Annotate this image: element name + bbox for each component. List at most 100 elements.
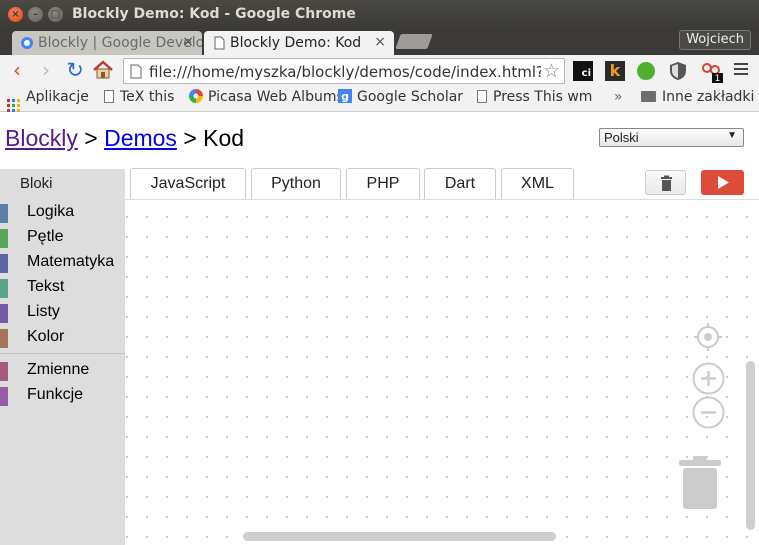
category-label: Tekst — [27, 278, 65, 295]
toolbox-category-tekst[interactable]: Tekst — [0, 277, 125, 299]
bookmark-google-scholar[interactable]: g Google Scholar — [338, 89, 463, 105]
google-scholar-icon: g — [338, 89, 352, 103]
workspace-trash-icon[interactable] — [678, 455, 722, 511]
blockly-workspace[interactable] — [125, 199, 759, 545]
category-label: Zmienne — [27, 361, 90, 378]
category-label: Funkcje — [27, 386, 84, 403]
category-label: Matematyka — [27, 253, 115, 270]
category-color-swatch — [0, 254, 8, 273]
toolbox-title: Bloki — [0, 169, 125, 197]
toolbox-category-logika[interactable]: Logika — [0, 202, 125, 224]
browser-tab-blockly-developers[interactable]: Blockly | Google Developers × — [12, 31, 202, 55]
url-text[interactable]: file:///home/myszka/blockly/demos/code/i… — [149, 63, 541, 81]
window-maximize-button[interactable]: □ — [48, 7, 63, 22]
category-label: Listy — [27, 303, 60, 320]
extension-k-icon[interactable]: k — [605, 61, 625, 81]
play-icon — [718, 176, 729, 189]
extension-ci-icon[interactable]: ci — [573, 61, 593, 81]
category-color-swatch — [0, 204, 8, 223]
tab-label: Blockly | Google Developers — [38, 35, 202, 51]
breadcrumb-separator: > — [77, 125, 105, 151]
language-select[interactable]: Polski ▼ — [599, 128, 744, 147]
window-titlebar: × – □ Blockly Demo: Kod - Google Chrome — [0, 0, 759, 29]
bookmark-other-folder[interactable]: Inne zakładki — [641, 89, 754, 105]
page-title: Kod — [203, 125, 245, 151]
category-label: Logika — [27, 203, 75, 220]
category-color-swatch — [0, 304, 8, 323]
recenter-icon[interactable] — [692, 321, 724, 353]
horizontal-scrollbar[interactable] — [243, 532, 556, 541]
toolbox-category-matematyka[interactable]: Matematyka — [0, 252, 125, 274]
reload-button[interactable]: ↻ — [64, 59, 86, 81]
google-developers-icon — [21, 37, 33, 49]
tab-dart[interactable]: Dart — [424, 168, 496, 199]
extension-people-icon[interactable]: 1 — [700, 61, 723, 84]
window-close-button[interactable]: × — [8, 7, 23, 22]
bookmark-press-this[interactable]: Press This wm — [477, 89, 592, 105]
delete-all-button[interactable] — [645, 170, 686, 195]
category-color-swatch — [0, 387, 8, 406]
bookmark-label: Press This wm — [493, 89, 593, 105]
shield-icon[interactable] — [668, 61, 688, 81]
category-label: Kolor — [27, 328, 65, 345]
bookmark-apps[interactable]: Aplikacje — [7, 89, 89, 112]
breadcrumb: Blockly > Demos > Kod — [5, 125, 244, 152]
blockly-toolbox: Bloki Logika Pętle Matematyka Tekst List… — [0, 169, 125, 545]
run-button[interactable] — [701, 170, 744, 195]
category-color-swatch — [0, 329, 8, 348]
home-icon — [93, 60, 113, 79]
toolbox-category-petle[interactable]: Pętle — [0, 227, 125, 249]
toolbox-category-zmienne[interactable]: Zmienne — [0, 360, 125, 382]
trash-icon — [661, 175, 672, 191]
bookmark-star-icon[interactable]: ☆ — [543, 60, 560, 82]
apps-grid-icon — [7, 99, 20, 112]
window-minimize-button[interactable]: – — [28, 7, 43, 22]
tab-javascript[interactable]: JavaScript — [130, 168, 246, 199]
tab-php[interactable]: PHP — [346, 168, 420, 199]
page-icon — [214, 36, 225, 50]
page-icon — [477, 90, 487, 103]
bookmark-label: Google Scholar — [357, 89, 464, 105]
bookmark-tex-this[interactable]: TeX this — [104, 89, 174, 105]
category-label: Pętle — [27, 228, 64, 245]
page-icon — [104, 90, 114, 103]
dropdown-arrow-icon: ▼ — [727, 130, 737, 141]
tab-close-icon[interactable]: × — [182, 34, 194, 50]
address-bar[interactable]: file:///home/myszka/blockly/demos/code/i… — [123, 58, 565, 84]
bookmarks-overflow-icon[interactable]: » — [614, 89, 623, 105]
zoom-in-icon[interactable] — [692, 362, 725, 395]
toolbox-category-funkcje[interactable]: Funkcje — [0, 385, 125, 407]
browser-toolbar: ‹ › ↻ file:///home/myszka/blockly/demos/… — [0, 55, 759, 86]
zoom-out-icon[interactable] — [692, 396, 725, 429]
profile-button[interactable]: Wojciech — [679, 30, 751, 50]
language-selected-value: Polski — [604, 130, 639, 145]
vertical-scrollbar[interactable] — [746, 361, 755, 530]
home-button[interactable] — [92, 59, 114, 81]
tab-xml[interactable]: XML — [501, 168, 574, 199]
breadcrumb-link-blockly[interactable]: Blockly — [5, 125, 78, 151]
breadcrumb-separator: > — [176, 125, 204, 151]
bookmark-label: Picasa Web Albums — [208, 89, 344, 105]
tab-close-icon[interactable]: × — [374, 34, 386, 50]
bookmark-label: Aplikacje — [26, 89, 89, 105]
extension-badge: 1 — [715, 74, 721, 83]
category-color-swatch — [0, 229, 8, 248]
bookmark-picasa[interactable]: Picasa Web Albums — [189, 89, 344, 105]
browser-tab-blockly-demo[interactable]: Blockly Demo: Kod × — [204, 31, 394, 55]
new-tab-button[interactable] — [395, 34, 433, 49]
forward-button[interactable]: › — [35, 59, 57, 81]
tab-python[interactable]: Python — [251, 168, 341, 199]
toolbox-separator — [0, 353, 125, 354]
toolbox-category-listy[interactable]: Listy — [0, 302, 125, 324]
breadcrumb-link-demos[interactable]: Demos — [104, 125, 177, 151]
back-button[interactable]: ‹ — [6, 59, 28, 81]
svg-text:g: g — [341, 90, 349, 103]
page-icon — [130, 64, 142, 79]
toolbox-category-kolor[interactable]: Kolor — [0, 327, 125, 349]
bookmark-label: TeX this — [120, 89, 175, 105]
window-title: Blockly Demo: Kod - Google Chrome — [72, 6, 356, 22]
chrome-menu-icon[interactable] — [734, 63, 748, 78]
tab-label: Blockly Demo: Kod — [230, 35, 362, 51]
bookmark-label: Inne zakładki — [662, 89, 755, 105]
extension-green-circle-icon[interactable] — [637, 62, 655, 80]
